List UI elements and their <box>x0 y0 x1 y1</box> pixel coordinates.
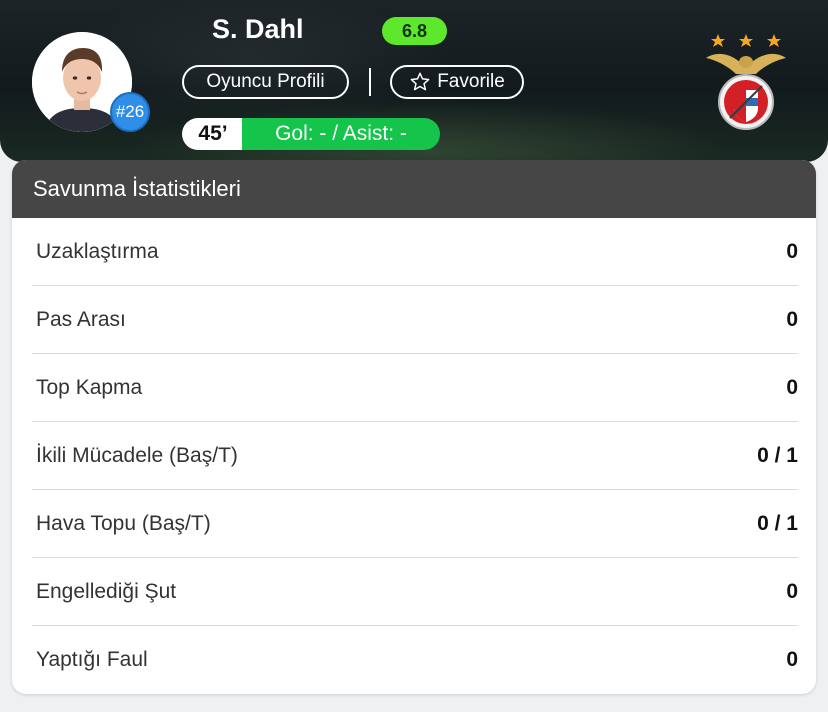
favorite-label: Favorile <box>437 71 505 92</box>
stat-value: 0 <box>786 239 798 263</box>
stat-value: 0 / 1 <box>757 443 798 467</box>
stat-row-aerials: Hava Topu (Baş/T) 0 / 1 <box>32 490 798 558</box>
star-outline-icon <box>410 72 430 91</box>
stat-row-blocked-shots: Engellediği Şut 0 <box>32 558 798 626</box>
defense-stats-title: Savunma İstatistikleri <box>33 176 241 201</box>
player-name: S. Dahl <box>212 14 304 44</box>
defense-stats-header: Savunma İstatistikleri <box>12 160 816 218</box>
stat-label: Yaptığı Faul <box>36 648 148 671</box>
player-header: #26 S. Dahl 6.8 Oyuncu Profili Favorile … <box>0 0 828 162</box>
button-divider <box>369 68 371 96</box>
stat-value: 0 <box>786 579 798 603</box>
stat-label: Top Kapma <box>36 375 143 399</box>
stat-label: Hava Topu (Baş/T) <box>36 511 211 535</box>
stat-label: İkili Mücadele (Baş/T) <box>36 443 238 467</box>
goals-assists: Gol: - / Asist: - <box>242 118 440 150</box>
stat-value: 0 / 1 <box>757 511 798 535</box>
stat-row-duels: İkili Mücadele (Baş/T) 0 / 1 <box>32 422 798 490</box>
defense-stats-card: Savunma İstatistikleri Uzaklaştırma 0 Pa… <box>12 160 816 694</box>
stat-row-tackles: Top Kapma 0 <box>32 354 798 422</box>
stat-value: 0 <box>786 375 798 399</box>
stat-label: Pas Arası <box>36 307 126 331</box>
stat-value: 0 <box>786 307 798 331</box>
player-profile-label: Oyuncu Profili <box>206 71 325 92</box>
stat-value: 0 <box>786 648 798 671</box>
minutes-played: 45’ <box>182 118 244 150</box>
stat-row-clearances: Uzaklaştırma 0 <box>32 218 798 286</box>
jersey-number-badge: #26 <box>110 92 150 132</box>
stat-row-interceptions: Pas Arası 0 <box>32 286 798 354</box>
stat-label: Uzaklaştırma <box>36 239 159 263</box>
stat-row-fouls: Yaptığı Faul 0 <box>32 626 798 694</box>
club-crest-icon[interactable] <box>700 28 792 132</box>
favorite-button[interactable]: Favorile <box>390 65 524 99</box>
player-profile-button[interactable]: Oyuncu Profili <box>182 65 349 99</box>
rating-badge: 6.8 <box>382 17 447 45</box>
stat-label: Engellediği Şut <box>36 579 177 603</box>
